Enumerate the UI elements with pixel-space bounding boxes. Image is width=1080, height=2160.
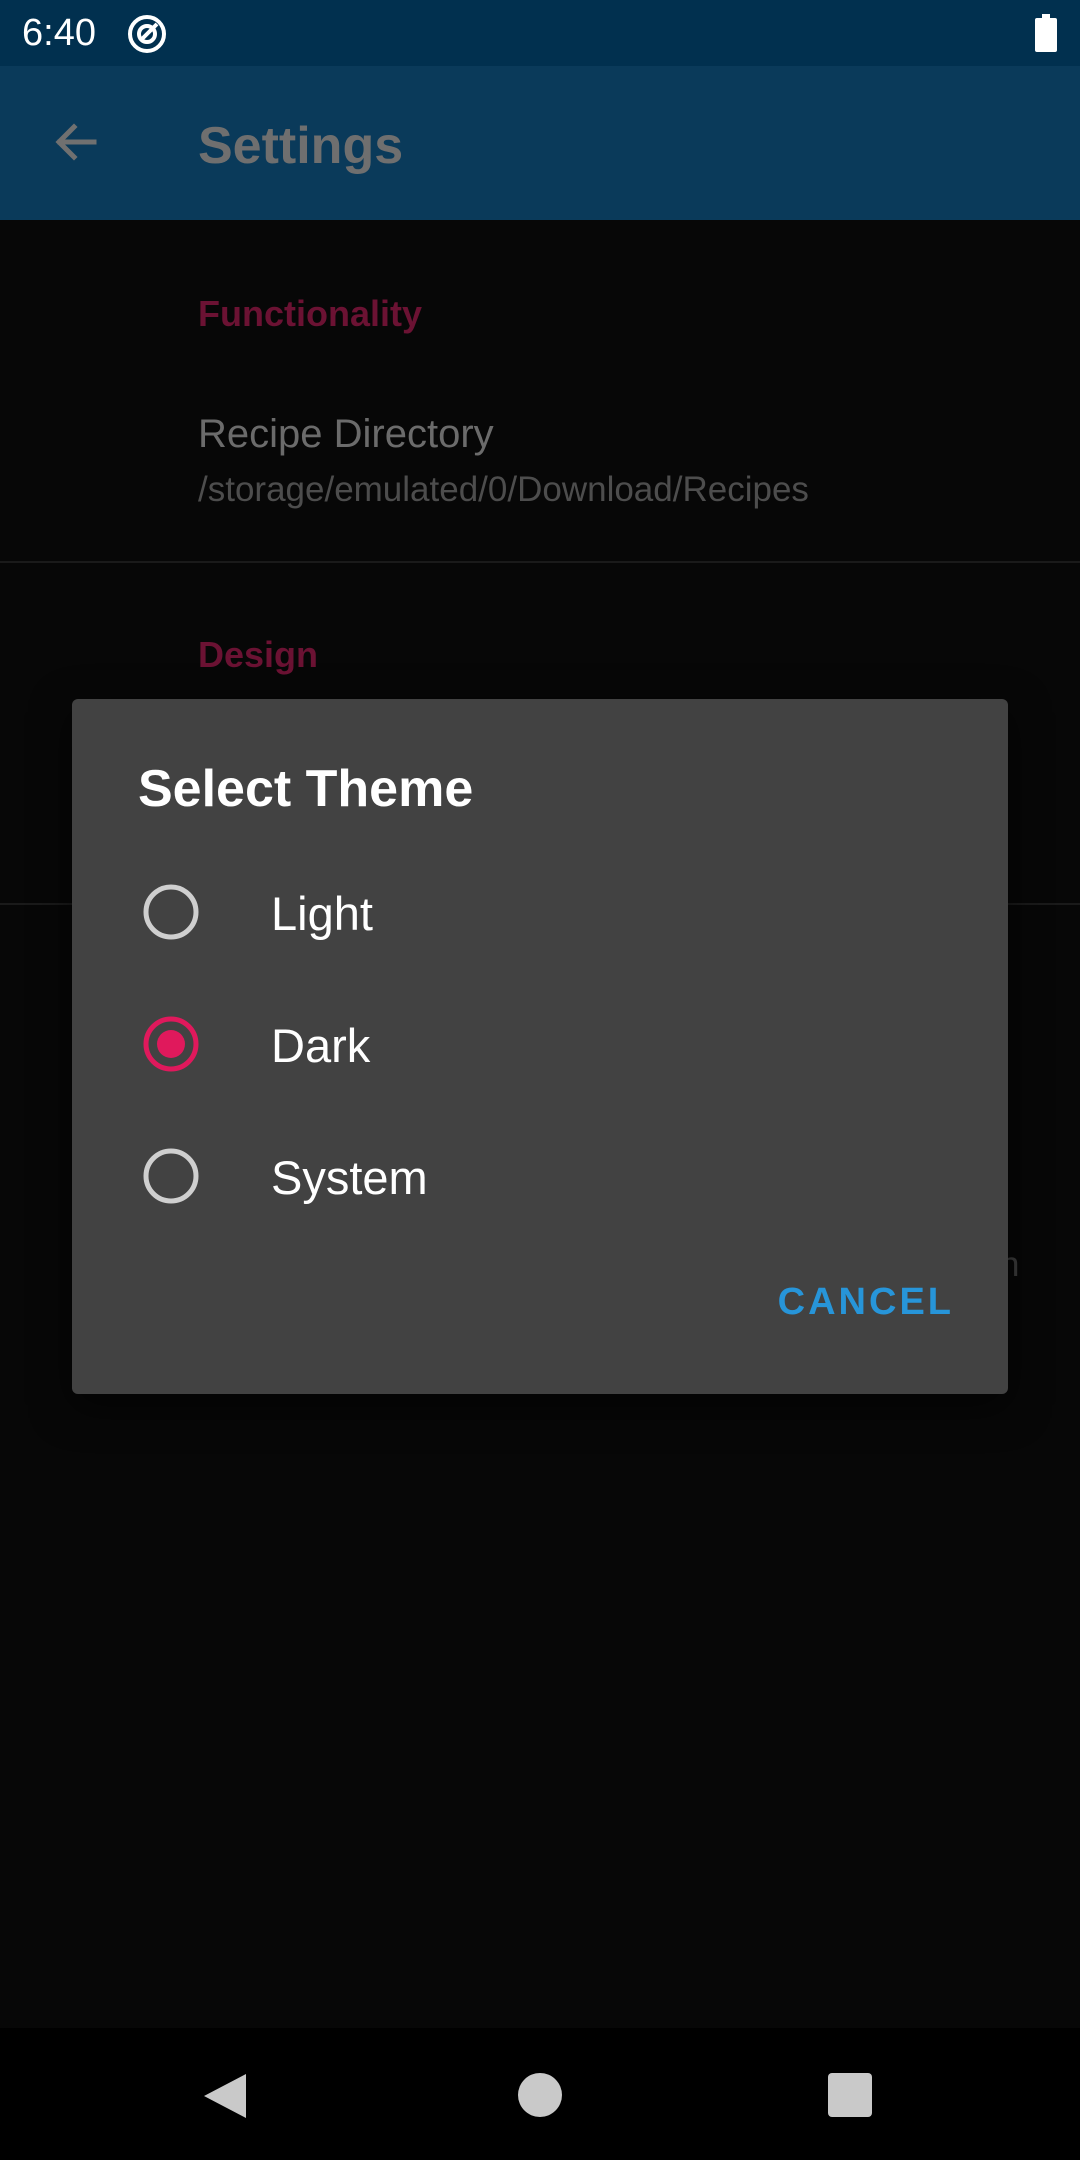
theme-option-label: System — [271, 1151, 428, 1204]
radio-checked-icon[interactable] — [143, 1016, 199, 1072]
radio-unchecked-icon[interactable] — [143, 1148, 199, 1204]
dialog-title: Select Theme — [138, 760, 474, 818]
page-title: Settings — [198, 117, 404, 175]
theme-option-dark[interactable]: Dark — [72, 978, 1008, 1110]
recipe-directory-title: Recipe Directory — [198, 412, 494, 456]
navigation-bar — [0, 2028, 1080, 2160]
divider — [0, 561, 1080, 563]
triangle-back-icon[interactable] — [202, 2072, 248, 2120]
status-bar: 6:40 — [0, 0, 1080, 66]
arrow-back-icon[interactable] — [48, 114, 104, 170]
recipe-directory-path: /storage/emulated/0/Download/Recipes — [198, 470, 809, 509]
theme-option-label: Light — [271, 887, 373, 940]
cancel-button[interactable]: CANCEL — [778, 1281, 954, 1324]
battery-icon — [1035, 14, 1057, 52]
app-bar: Settings — [0, 66, 1080, 220]
target-icon — [128, 15, 166, 53]
screen: 6:40 Settings Functionality Recipe Direc… — [0, 0, 1080, 2160]
circle-home-icon[interactable] — [518, 2073, 562, 2117]
theme-option-system[interactable]: System — [72, 1110, 1008, 1242]
design-header: Design — [198, 634, 319, 675]
functionality-header: Functionality — [198, 293, 422, 334]
select-theme-dialog: Select Theme Light Dark System CANCEL — [72, 699, 1008, 1394]
theme-option-label: Dark — [271, 1019, 371, 1072]
status-time: 6:40 — [22, 12, 96, 54]
square-recents-icon[interactable] — [828, 2073, 872, 2117]
radio-unchecked-icon[interactable] — [143, 884, 199, 940]
theme-option-light[interactable]: Light — [72, 846, 1008, 978]
